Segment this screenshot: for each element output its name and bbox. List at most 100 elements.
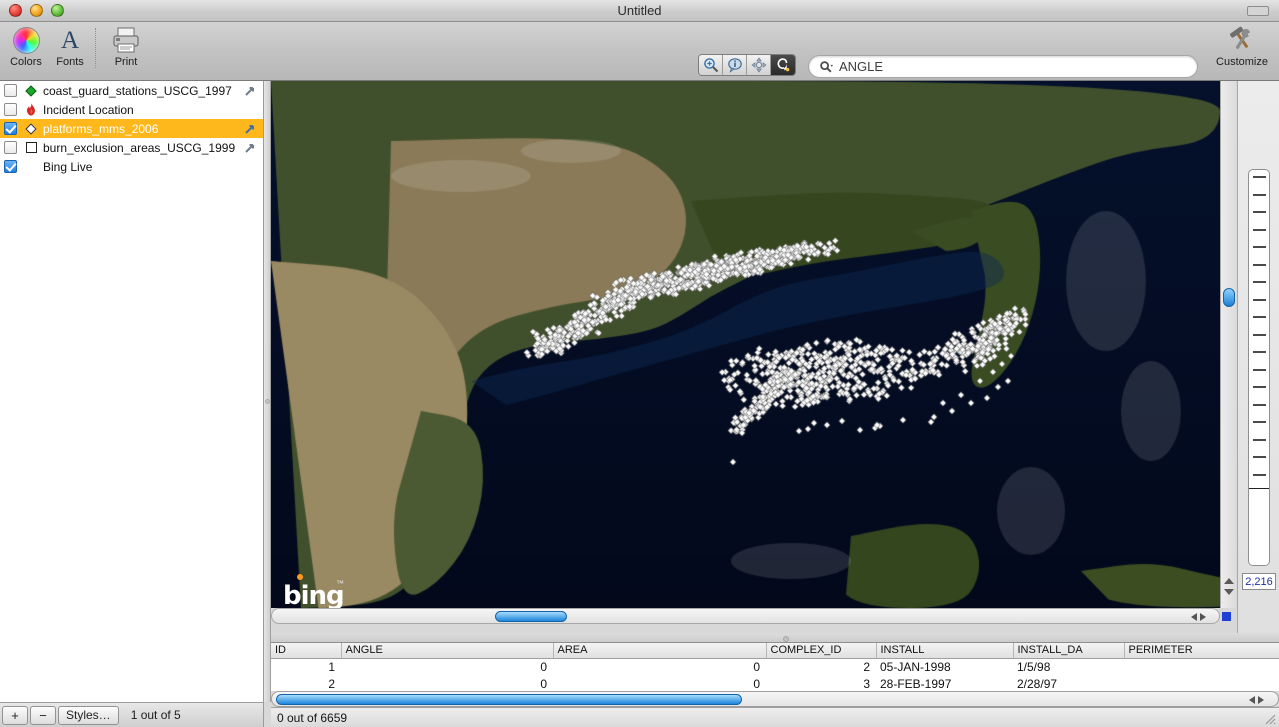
cell-install-da: 1/5/98: [1013, 658, 1124, 675]
map-scroll-arrows[interactable]: [1191, 610, 1217, 623]
table-scroll-left-arrow-icon[interactable]: [1249, 696, 1255, 704]
layer-row-platforms-mms-2006[interactable]: platforms_mms_2006: [0, 119, 263, 138]
zoom-scale-tick: [1253, 246, 1266, 248]
print-button[interactable]: Print: [104, 26, 148, 68]
zoom-tool-button[interactable]: [699, 55, 723, 75]
layer-row-burn-exclusion-areas[interactable]: burn_exclusion_areas_USCG_1999: [0, 138, 263, 157]
expand-arrow-icon[interactable]: [242, 84, 258, 98]
info-tool-button[interactable]: [723, 55, 747, 75]
table-horizontal-scroll-thumb[interactable]: [276, 694, 742, 705]
layer-row-coast-guard-stations[interactable]: coast_guard_stations_USCG_1997: [0, 81, 263, 100]
attribute-table[interactable]: ID ANGLE AREA COMPLEX_ID INSTALL INSTALL…: [271, 642, 1279, 691]
map-satellite-imagery[interactable]: [271, 81, 1220, 608]
layer-visibility-checkbox[interactable]: [4, 122, 17, 135]
expand-arrow-icon[interactable]: [242, 141, 258, 155]
table-row[interactable]: 2 0 0 3 28-FEB-1997 2/28/97: [271, 675, 1279, 691]
cell-install: 28-FEB-1997: [876, 675, 1013, 691]
cell-install-da: 2/28/97: [1013, 675, 1124, 691]
expand-arrow-placeholder: [242, 160, 258, 174]
column-header-perimeter[interactable]: PERIMETER: [1124, 643, 1279, 658]
layer-visibility-checkbox[interactable]: [4, 84, 17, 97]
zoom-scale-tick: [1253, 351, 1266, 353]
fonts-button[interactable]: A Fonts: [50, 27, 90, 68]
scroll-right-arrow-icon[interactable]: [1200, 613, 1206, 621]
zoom-scale-tick: [1253, 229, 1266, 231]
title-bar: Untitled: [0, 0, 1279, 22]
table-pane-resize-grip[interactable]: [271, 633, 1279, 642]
scroll-up-arrow-icon[interactable]: [1224, 578, 1234, 584]
expand-arrow-placeholder: [242, 103, 258, 117]
layer-visibility-checkbox[interactable]: [4, 103, 17, 116]
pan-tool-button[interactable]: [747, 55, 771, 75]
column-header-area[interactable]: AREA: [553, 643, 766, 658]
customize-button-label: Customize: [1216, 56, 1268, 68]
remove-layer-button[interactable]: −: [30, 706, 56, 725]
layer-name: Incident Location: [43, 103, 242, 117]
cell-area: 0: [553, 675, 766, 691]
zoom-scale-tick: [1253, 299, 1266, 301]
zoom-scale-slider[interactable]: [1248, 169, 1270, 566]
search-icon[interactable]: [819, 60, 833, 74]
layer-symbol-placeholder: [23, 160, 39, 173]
attribute-table-grid: ID ANGLE AREA COMPLEX_ID INSTALL INSTALL…: [271, 643, 1279, 691]
bing-logo-dot-icon: [297, 574, 303, 580]
map-horizontal-scroll-thumb[interactable]: [495, 611, 567, 622]
layer-visibility-checkbox[interactable]: [4, 141, 17, 154]
colors-button[interactable]: Colors: [6, 27, 46, 68]
column-header-id[interactable]: ID: [271, 643, 341, 658]
layer-row-incident-location[interactable]: Incident Location: [0, 100, 263, 119]
toolbar-toggle-button[interactable]: [1247, 6, 1269, 16]
print-button-label: Print: [115, 56, 138, 68]
map-view[interactable]: bing ™: [271, 81, 1220, 608]
table-header-row: ID ANGLE AREA COMPLEX_ID INSTALL INSTALL…: [271, 643, 1279, 658]
layer-row-bing-live[interactable]: Bing Live: [0, 157, 263, 176]
zoom-scale-tick: [1253, 281, 1266, 283]
zoom-scale-panel: 2,216: [1237, 81, 1279, 691]
attribute-table-pane: ID ANGLE AREA COMPLEX_ID INSTALL INSTALL…: [271, 633, 1279, 727]
column-header-complex-id[interactable]: COMPLEX_ID: [766, 643, 876, 658]
fonts-button-label: Fonts: [56, 56, 84, 68]
zoom-scale-tick: [1253, 474, 1266, 476]
scroll-down-arrow-icon[interactable]: [1224, 589, 1234, 595]
styles-button[interactable]: Styles…: [58, 706, 119, 725]
layer-name: Bing Live: [43, 160, 242, 174]
scroll-left-arrow-icon[interactable]: [1191, 613, 1197, 621]
layer-name: burn_exclusion_areas_USCG_1999: [43, 141, 242, 155]
map-area: bing ™ 2,216: [271, 81, 1279, 727]
search-field[interactable]: ANGLE: [808, 55, 1198, 78]
customize-button[interactable]: Customize: [1208, 26, 1276, 68]
map-vertical-scrollbar[interactable]: [1220, 81, 1236, 608]
scroll-corner-indicator[interactable]: [1222, 612, 1231, 621]
table-scroll-right-arrow-icon[interactable]: [1258, 696, 1264, 704]
table-horizontal-scrollbar[interactable]: [271, 691, 1279, 707]
layer-name: platforms_mms_2006: [43, 122, 242, 136]
splitter-handle-icon[interactable]: [265, 399, 270, 404]
application-window: Untitled Colors A Fonts Print: [0, 0, 1279, 727]
zoom-scale-tick: [1253, 176, 1266, 178]
green-diamond-icon: [25, 85, 36, 96]
white-diamond-icon: [25, 123, 36, 134]
map-vertical-scroll-thumb[interactable]: [1223, 288, 1235, 307]
sidebar-splitter[interactable]: [264, 81, 271, 702]
cell-id: 1: [271, 658, 341, 675]
map-horizontal-scrollbar[interactable]: [271, 608, 1220, 624]
select-tool-button[interactable]: [771, 55, 795, 75]
layer-visibility-checkbox[interactable]: [4, 160, 17, 173]
layer-list: coast_guard_stations_USCG_1997 Incident …: [0, 81, 264, 702]
column-header-angle[interactable]: ANGLE: [341, 643, 553, 658]
cell-angle: 0: [341, 658, 553, 675]
expand-arrow-icon[interactable]: [242, 122, 258, 136]
search-input-value[interactable]: ANGLE: [839, 59, 883, 74]
table-scroll-arrows[interactable]: [1249, 694, 1275, 705]
window-title: Untitled: [0, 0, 1279, 22]
table-row[interactable]: 1 0 0 2 05-JAN-1998 1/5/98: [271, 658, 1279, 675]
add-layer-button[interactable]: +: [2, 706, 28, 725]
column-header-install[interactable]: INSTALL: [876, 643, 1013, 658]
column-header-install-da[interactable]: INSTALL_DA: [1013, 643, 1124, 658]
zoom-scale-tick: [1253, 386, 1266, 388]
filter-search-group: ANGLE Filter platforms_mms_2006: [808, 55, 1198, 78]
white-square-icon: [26, 142, 37, 153]
window-resize-grip-icon[interactable]: [1263, 712, 1276, 725]
zoom-scale-value[interactable]: 2,216: [1242, 573, 1276, 590]
bing-trademark-mark: ™: [336, 579, 344, 588]
